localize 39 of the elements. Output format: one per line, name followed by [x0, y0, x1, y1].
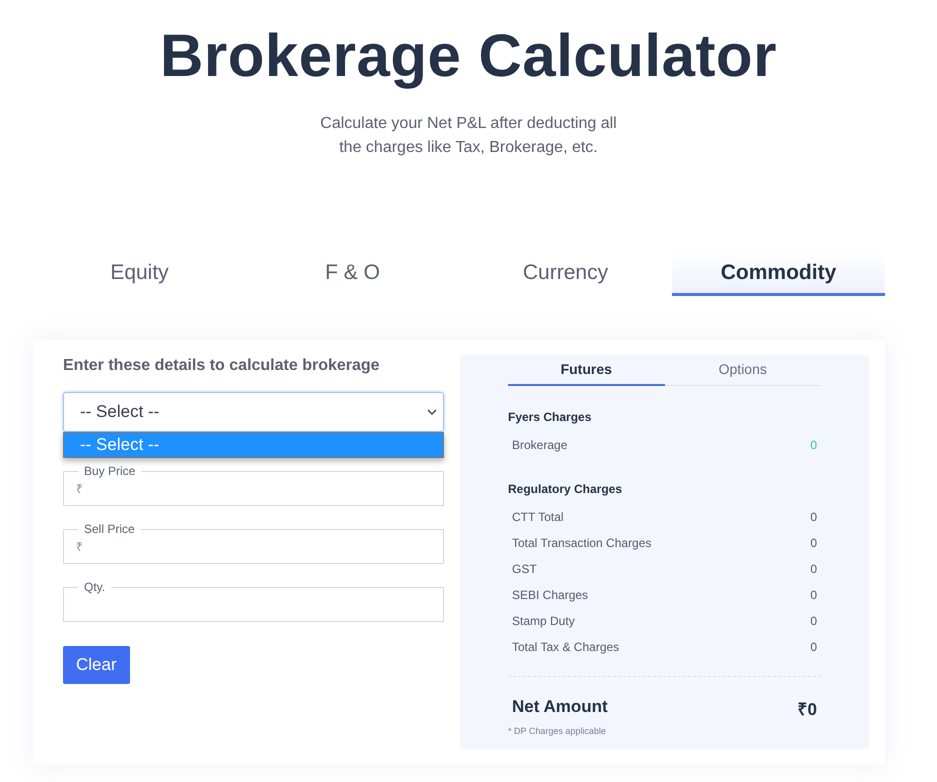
section-heading: Regulatory Charges	[508, 482, 624, 496]
charge-label: GST	[512, 562, 537, 576]
charge-value: 0	[810, 438, 817, 452]
category-tab[interactable]: F & O	[246, 252, 459, 296]
category-tab[interactable]: Equity	[33, 252, 246, 296]
net-amount-label: Net Amount	[512, 697, 608, 718]
input-field[interactable]: Qty.	[63, 580, 444, 622]
currency-symbol: ₹	[76, 480, 83, 496]
charge-label: Total Tax & Charges	[512, 640, 620, 654]
input-field[interactable]: Sell Price ₹	[63, 522, 444, 564]
field-label: Buy Price	[83, 464, 136, 478]
charge-value: 0	[810, 510, 817, 524]
clear-button[interactable]: Clear	[63, 646, 130, 684]
charge-label: SEBI Charges	[512, 588, 588, 602]
charge-label: Brokerage	[512, 438, 568, 452]
charge-label: Total Transaction Charges	[512, 536, 652, 550]
instrument-tab[interactable]: Futures	[508, 355, 664, 386]
dropdown-option[interactable]: -- Select --	[64, 433, 443, 457]
footnote: * DP Charges applicable	[508, 726, 607, 736]
charge-value: 0	[810, 588, 817, 602]
input-field[interactable]: Buy Price ₹	[63, 464, 444, 506]
page-subtitle: Calculate your Net P&L after deducting all the charges like Tax, Brokerage, etc.	[320, 114, 617, 158]
charge-value: 0	[810, 562, 817, 576]
page-title: Brokerage Calculator	[160, 21, 777, 91]
field-label: Sell Price	[83, 522, 136, 536]
charge-value: 0	[810, 614, 817, 628]
charge-value: 0	[810, 640, 817, 654]
section-heading: Fyers Charges	[508, 410, 592, 424]
charge-value: 0	[810, 536, 817, 550]
charge-label: CTT Total	[512, 510, 564, 524]
chevron-down-icon	[427, 409, 437, 415]
currency-symbol: ₹	[76, 538, 83, 554]
net-amount-value: ₹0	[798, 699, 817, 720]
charge-label: Stamp Duty	[512, 614, 575, 628]
field-label: Qty.	[83, 580, 106, 594]
instrument-tab[interactable]: Options	[664, 355, 821, 386]
category-tab[interactable]: Currency	[459, 252, 672, 296]
form-heading: Enter these details to calculate brokerage	[63, 357, 381, 375]
segment-select[interactable]: -- Select --	[63, 392, 444, 432]
